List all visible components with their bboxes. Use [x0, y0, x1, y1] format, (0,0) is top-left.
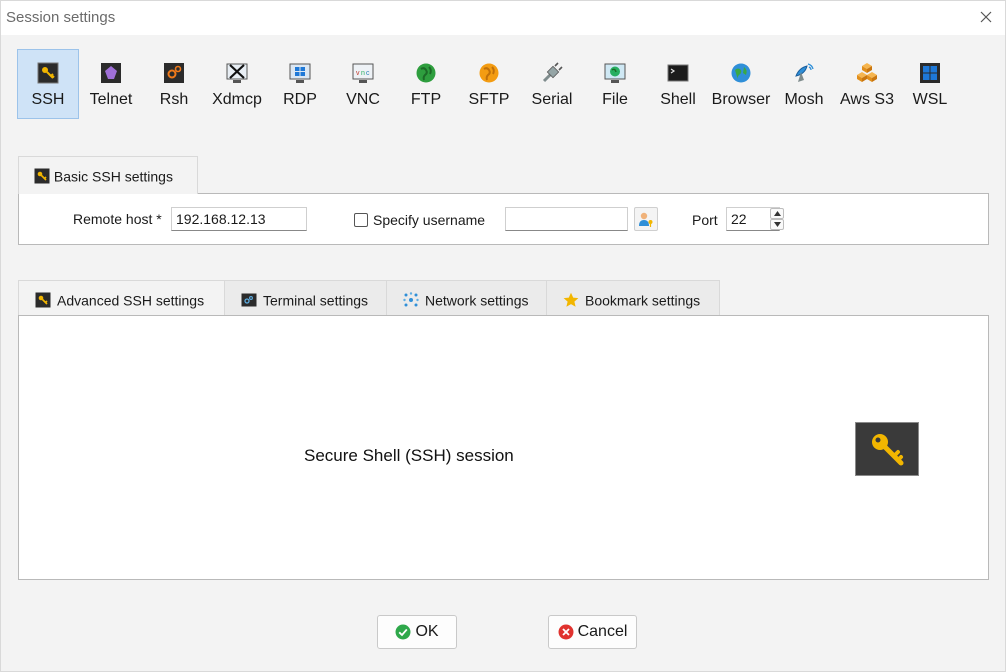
close-icon	[980, 11, 992, 23]
title-bar: Session settings	[1, 1, 1005, 35]
specify-username-label: Specify username	[373, 212, 486, 228]
aws-cubes-icon	[857, 63, 877, 82]
browser-globe-icon	[731, 63, 751, 83]
key-icon	[872, 434, 904, 466]
sftp-globe-icon	[479, 63, 499, 83]
session-description: Secure Shell (SSH) session	[304, 446, 514, 465]
ssh-key-icon	[37, 62, 59, 84]
serial-plug-icon	[542, 62, 563, 83]
svg-text:n: n	[361, 70, 365, 77]
svg-text:v: v	[356, 70, 360, 77]
session-type-wsl[interactable]: WSL	[899, 49, 961, 119]
ok-label: OK	[415, 623, 439, 640]
tab-label: Advanced SSH settings	[57, 292, 205, 309]
tab-network-settings[interactable]: Network settings	[386, 280, 547, 316]
file-monitor-icon	[604, 63, 626, 83]
tab-advanced-ssh-settings[interactable]: Advanced SSH settings	[18, 280, 225, 316]
tab-label: Bookmark settings	[585, 292, 701, 309]
wsl-windows-icon	[920, 63, 940, 83]
rdp-icon	[289, 63, 311, 83]
star-icon	[563, 293, 579, 308]
check-circle-icon	[395, 624, 411, 640]
remote-host-label: Remote host *	[73, 211, 162, 227]
port-spinner	[770, 207, 786, 231]
ssh-key-large-icon	[855, 422, 919, 476]
user-picker-button[interactable]	[634, 207, 658, 231]
session-settings-window: Session settings SSH Telnet Rsh Xdmcp RD…	[0, 0, 1006, 672]
session-type-toolbar: SSH Telnet Rsh Xdmcp RDP v n c VNC FTP S…	[17, 49, 977, 121]
close-button[interactable]	[973, 5, 999, 29]
tab-bookmark-settings[interactable]: Bookmark settings	[546, 280, 720, 316]
username-input[interactable]	[505, 207, 628, 231]
window-title: Session settings	[6, 9, 116, 26]
ssh-key-icon	[34, 168, 50, 184]
tab-basic-ssh-settings[interactable]: Basic SSH settings	[18, 156, 198, 194]
chevron-down-icon	[773, 222, 781, 227]
telnet-icon	[101, 63, 121, 83]
chevron-up-icon	[773, 211, 781, 216]
shell-terminal-icon	[667, 64, 689, 82]
tab-label: Terminal settings	[263, 292, 369, 309]
svg-text:c: c	[366, 70, 370, 77]
tab-content-panel: Secure Shell (SSH) session	[18, 315, 989, 580]
ssh-key-icon	[35, 292, 51, 308]
mosh-satellite-icon	[795, 63, 814, 82]
tab-label: Network settings	[425, 292, 529, 309]
terminal-icon	[241, 293, 257, 307]
basic-settings-panel: Remote host * Specify username Port	[18, 193, 989, 245]
user-icon	[639, 212, 653, 227]
remote-host-input[interactable]	[171, 207, 307, 231]
port-label: Port	[692, 212, 718, 228]
tab-terminal-settings[interactable]: Terminal settings	[224, 280, 387, 316]
session-type-label: WSL	[912, 91, 948, 108]
network-icon	[403, 292, 419, 307]
cancel-label: Cancel	[577, 623, 628, 640]
cancel-circle-icon	[558, 624, 574, 640]
port-increment-button[interactable]	[770, 208, 784, 219]
vnc-icon: v n c	[352, 63, 374, 83]
ftp-globe-icon	[416, 63, 436, 83]
cancel-button[interactable]: Cancel	[548, 615, 637, 649]
specify-username-checkbox[interactable]	[354, 213, 368, 227]
tab-label: Basic SSH settings	[53, 168, 173, 185]
ok-button[interactable]: OK	[377, 615, 457, 649]
port-decrement-button[interactable]	[770, 219, 784, 230]
xdmcp-icon	[226, 63, 248, 83]
rsh-icon	[164, 63, 184, 83]
